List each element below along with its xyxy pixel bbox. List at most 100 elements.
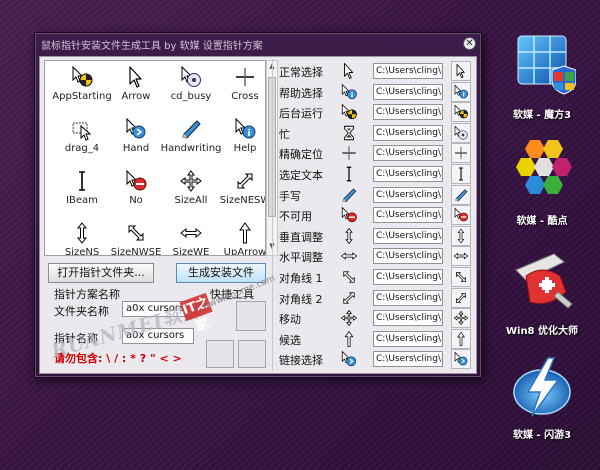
cursor-file-item[interactable]: UpArrow [211, 219, 266, 256]
close-button[interactable]: ✕ [463, 37, 476, 50]
cursor-path-field[interactable]: C:\Users\cling\D [373, 145, 443, 162]
svg-text:i: i [247, 129, 250, 139]
size-all-icon [453, 310, 469, 326]
cursor-role-row: 移动 C:\Users\cling\D [273, 308, 475, 329]
preview-box-large [236, 301, 266, 331]
svg-text:i: i [351, 91, 353, 99]
cursor-preview-button[interactable] [451, 287, 471, 308]
pen-icon [455, 188, 468, 201]
folder-name-label: 文件夹名称 [54, 305, 109, 318]
preview-box-right [238, 340, 266, 368]
size-all-icon [180, 170, 202, 192]
desktop-icon-label: 软媒 - 酷点 [516, 216, 568, 227]
help-icon: i [235, 117, 256, 139]
cube-app-icon [517, 35, 576, 95]
cursor-preview-button[interactable] [451, 102, 471, 123]
cursor-file-label: Cross [231, 91, 259, 102]
size-nwse-icon [456, 272, 466, 282]
cursor-file-item[interactable]: Cross [211, 63, 265, 111]
ibeam-icon [79, 171, 85, 191]
cursor-role-row: 对角线 1 C:\Users\cling\D [273, 267, 475, 287]
cursor-path-field[interactable]: C:\Users\cling\D [373, 269, 443, 285]
cursor-path-field[interactable]: C:\Users\cling\D [373, 207, 443, 224]
cursor-file-list: AppStarting Arrow cd_busy Cross drag_4 Hand Ha… [44, 60, 266, 256]
cursor-role-name: 候选 [279, 333, 301, 347]
size-we-icon [180, 227, 202, 239]
cursor-role-name: 选定文本 [279, 169, 323, 182]
cursor-path-field[interactable]: C:\Users\cling\D [373, 186, 443, 203]
cursor-preview-button[interactable]: i [451, 81, 471, 102]
svg-text:i: i [463, 91, 465, 98]
cursor-preview-button[interactable] [451, 349, 471, 370]
size-nwse-icon [343, 271, 355, 283]
app-starting-icon [72, 65, 93, 87]
arrow-icon [456, 63, 465, 79]
cursor-role-name: 对角线 1 [279, 272, 323, 285]
hand-icon [126, 117, 146, 139]
cursor-role-row: 链接选择 C:\Users\cling\D [273, 349, 475, 370]
cursor-path-field[interactable]: C:\Users\cling\D [373, 248, 443, 265]
cursor-path-field[interactable]: C:\Users\cling\D [373, 289, 443, 306]
cross-icon [236, 68, 254, 86]
open-folder-button[interactable]: 打开指针文件夹... [48, 263, 154, 283]
cursor-path-field[interactable]: C:\Users\cling\D [373, 330, 443, 347]
cursor-file-label: UpArrow [223, 247, 266, 256]
cursor-path-field[interactable]: C:\Users\cling\D [373, 227, 443, 244]
cursor-path-field[interactable]: C:\Users\cling\D [373, 166, 443, 182]
cursor-preview-button[interactable] [451, 246, 471, 267]
up-arrow-icon [457, 331, 465, 346]
cursor-role-name: 不可用 [279, 210, 312, 224]
cursor-preview-button[interactable] [451, 184, 471, 205]
no-icon [341, 206, 357, 223]
hexagon-app-icon [516, 140, 572, 194]
cursor-path-field[interactable]: C:\Users\cling\D [373, 124, 443, 141]
size-nesw-icon [343, 291, 355, 304]
cursor-role-row: 精确定位 C:\Users\cling\D [273, 143, 475, 164]
cursor-path-field[interactable]: C:\Users\cling\D [373, 104, 443, 121]
cursor-preview-button[interactable] [451, 122, 471, 143]
desktop-icon-label: 软媒 - 闪游3 [512, 430, 572, 441]
cursor-role-name: 垂直调整 [279, 230, 323, 244]
cursor-path-field[interactable]: C:\Users\cling\D [373, 63, 443, 79]
cursor-preview-button[interactable] [451, 225, 471, 246]
pen-icon [182, 120, 201, 139]
title-bar[interactable]: 鼠标指针安装文件生成工具 by 软媒 设置指针方案 ✕ [35, 33, 481, 53]
size-we-icon [340, 252, 358, 261]
cursor-preview-button[interactable] [451, 328, 471, 349]
cursor-preview-button[interactable] [451, 267, 471, 287]
cursor-role-name: 链接选择 [279, 354, 323, 368]
cursor-path-field[interactable]: C:\Users\cling\D [373, 83, 443, 100]
cursor-preview-button[interactable] [451, 143, 471, 164]
cursor-role-name: 帮助选择 [279, 86, 323, 100]
cursor-role-name: 正常选择 [279, 66, 323, 79]
cursor-path-field[interactable]: C:\Users\cling\D [373, 310, 443, 327]
cursor-preview-button[interactable] [451, 205, 471, 226]
cursor-role-row: 忙 C:\Users\cling\D [273, 122, 475, 143]
generate-install-file-button[interactable]: 生成安装文件 [176, 263, 266, 283]
cross-icon [342, 146, 356, 161]
cursor-preview-button[interactable] [451, 308, 471, 329]
window-title: 鼠标指针安装文件生成工具 by 软媒 设置指针方案 [41, 41, 263, 52]
desktop-icon-shanyou[interactable]: 软媒 - 闪游3 [494, 352, 590, 447]
cursor-file-item[interactable]: i Help [211, 115, 265, 163]
ibeam-icon [346, 166, 352, 182]
cursor-preview-button[interactable] [451, 164, 471, 184]
pen-icon [342, 188, 357, 202]
cursor-path-field[interactable]: C:\Users\cling\D [373, 351, 443, 368]
cursor-role-row: 手写 C:\Users\cling\D [273, 184, 475, 205]
arrow-icon [129, 66, 142, 88]
hand-icon [341, 350, 357, 367]
cursor-file-item[interactable]: SizeNESW [211, 167, 265, 215]
cursor-role-row: 水平调整 C:\Users\cling\D [273, 246, 475, 267]
cursor-role-row: 正常选择 C:\Users\cling\D [273, 61, 475, 81]
cursor-file-label: Help [233, 143, 257, 154]
cursor-role-row: 不可用 C:\Users\cling\D [273, 205, 475, 226]
swiss-knife-app-icon [515, 253, 573, 309]
desktop-icon-win8-optimizer[interactable]: Win8 优化大师 [494, 246, 590, 341]
desktop-icon-mofang[interactable]: 软媒 - 魔方3 [494, 30, 590, 125]
size-we-icon [453, 253, 469, 260]
desktop-icon-label: 软媒 - 魔方3 [512, 110, 572, 121]
cursor-preview-button[interactable] [451, 61, 471, 81]
app-starting-icon [341, 103, 357, 120]
desktop-icon-kudian[interactable]: 软媒 - 酷点 [494, 132, 590, 227]
